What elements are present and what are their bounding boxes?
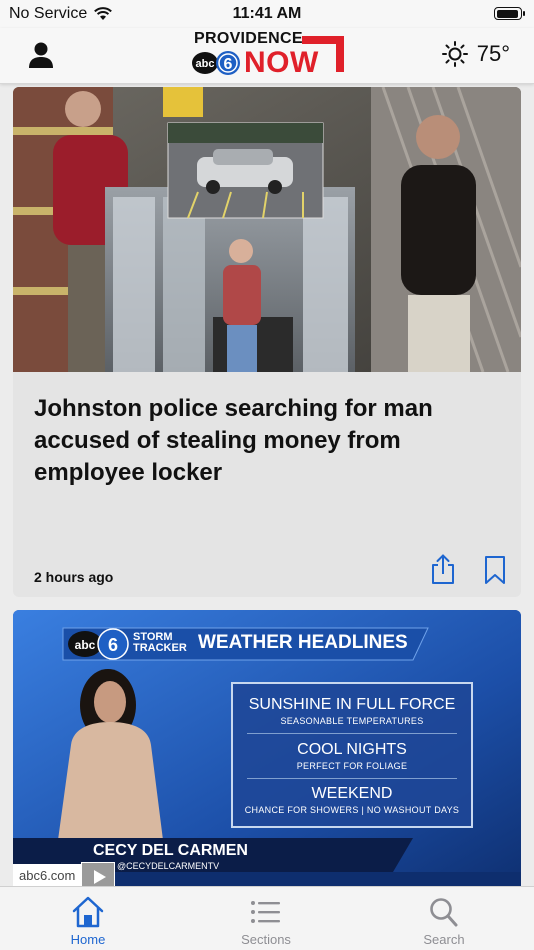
- weather-item-title: COOL NIGHTS: [297, 741, 407, 758]
- share-icon[interactable]: [429, 553, 457, 585]
- tab-home[interactable]: Home: [38, 895, 138, 947]
- bookmark-icon[interactable]: [483, 555, 507, 585]
- home-icon: [72, 896, 104, 928]
- search-icon: [430, 898, 458, 927]
- battery-icon: [494, 7, 525, 20]
- video-card[interactable]: abc 6 STORM TRACKER WEATHER HEADLINES SU…: [13, 610, 521, 900]
- anchor-handle: @CECYDELCARMENTV: [117, 861, 220, 871]
- abc6-logo: abc 6: [192, 51, 240, 75]
- weather-item-subtitle: CHANCE FOR SHOWERS | NO WASHOUT DAYS: [244, 805, 460, 815]
- storm-tracker-label: STORM TRACKER: [133, 631, 187, 654]
- tab-bar: Home Sections Search: [0, 886, 534, 950]
- source-domain: abc6.com: [13, 864, 82, 888]
- clock: 11:41 AM: [232, 5, 302, 22]
- story-image: [13, 87, 521, 372]
- weather-graphic-title: WEATHER HEADLINES: [198, 632, 408, 653]
- svg-text:6: 6: [108, 635, 118, 655]
- weather-item-title: SUNSHINE IN FULL FORCE: [248, 696, 456, 713]
- weather-widget[interactable]: 75°: [441, 40, 510, 68]
- tab-search[interactable]: Search: [394, 895, 494, 947]
- list-icon: [251, 901, 280, 923]
- weather-item-title: WEEKEND: [311, 785, 393, 802]
- weather-item-subtitle: PERFECT FOR FOLIAGE: [296, 761, 408, 771]
- svg-text:abc: abc: [75, 638, 96, 652]
- tab-label: Search: [423, 932, 465, 947]
- station-logo[interactable]: PROVIDENCE abc 6 NOW: [192, 30, 352, 80]
- tab-label: Sections: [241, 932, 291, 947]
- temperature: 75°: [476, 41, 510, 66]
- svg-text:6: 6: [224, 56, 233, 73]
- logo-bracket: [302, 36, 344, 72]
- anchor-name: CECY DEL CARMEN: [93, 842, 248, 859]
- profile-icon[interactable]: [26, 40, 56, 70]
- weather-item-subtitle: SEASONABLE TEMPERATURES: [280, 716, 424, 726]
- story-card[interactable]: Johnston police searching for man accuse…: [13, 87, 521, 597]
- tab-label: Home: [70, 932, 106, 947]
- story-headline[interactable]: Johnston police searching for man accuse…: [34, 393, 494, 489]
- weather-headlines-panel: SUNSHINE IN FULL FORCE SEASONABLE TEMPER…: [231, 682, 473, 828]
- sun-icon: [441, 41, 468, 67]
- story-timestamp: 2 hours ago: [34, 569, 114, 585]
- svg-text:abc: abc: [196, 58, 215, 70]
- app-header: PROVIDENCE abc 6 NOW 75°: [0, 28, 534, 84]
- tab-sections[interactable]: Sections: [216, 895, 316, 947]
- status-bar: No Service 11:41 AM: [0, 0, 534, 28]
